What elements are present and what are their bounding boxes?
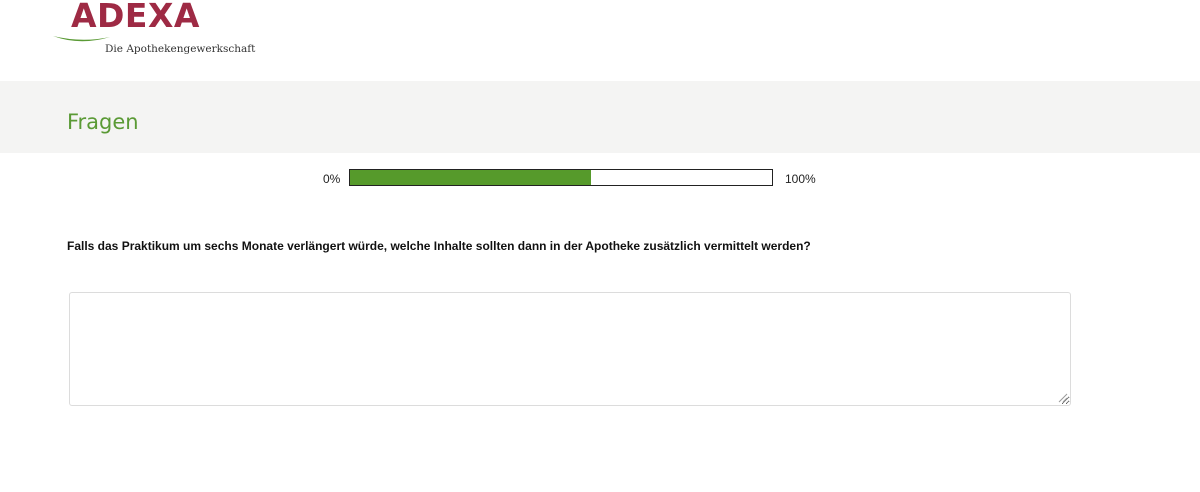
header-band: [0, 81, 1200, 153]
progress-start-label: 0%: [323, 172, 341, 186]
question-text: Falls das Praktikum um sechs Monate verl…: [67, 239, 811, 253]
progress-indicator: 0% 100%: [0, 169, 1200, 189]
progress-bar-fill: [350, 170, 591, 185]
page-title: Fragen: [67, 110, 139, 134]
logo-tagline: Die Apothekengewerkschaft: [105, 43, 256, 55]
adexa-logo: ADEXA Die Apothekengewerkschaft: [52, 0, 272, 62]
logo-swoosh-icon: [53, 36, 110, 42]
progress-end-label: 100%: [785, 172, 816, 186]
resize-grip-icon[interactable]: [1058, 393, 1068, 403]
survey-page: ADEXA Die Apothekengewerkschaft Fragen 0…: [0, 0, 1200, 492]
answer-textarea[interactable]: [69, 292, 1071, 406]
logo-wordmark: ADEXA: [71, 0, 200, 35]
progress-bar: [349, 169, 773, 186]
